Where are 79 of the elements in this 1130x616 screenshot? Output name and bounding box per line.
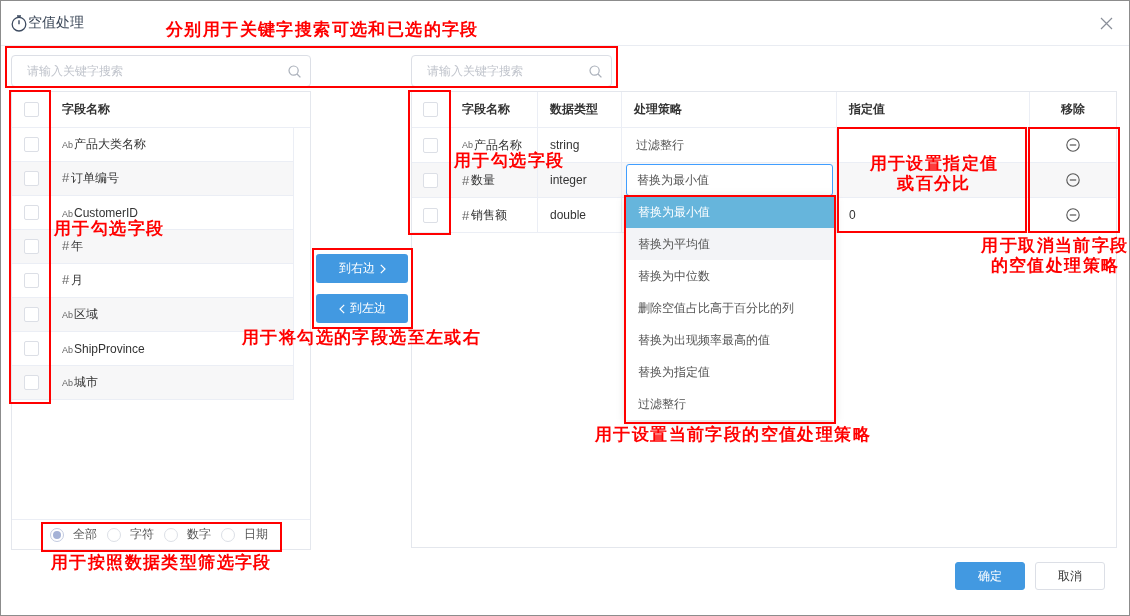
annotation-text: 用于取消当前字段的空值处理策略: [980, 236, 1129, 276]
field-name: 月: [71, 272, 84, 289]
field-name: 数量: [471, 171, 496, 189]
number-type-mark: #: [462, 207, 470, 223]
annotation-text: 用于按照数据类型筛选字段: [51, 553, 272, 573]
chevron-right-icon: [379, 263, 386, 274]
checkbox[interactable]: [423, 137, 438, 153]
strategy-value: 过滤整行: [636, 136, 684, 154]
type-filter-option[interactable]: 日期: [221, 526, 268, 543]
checkbox[interactable]: [23, 137, 39, 152]
annotation-text: 用于将勾选的字段选至左或右: [242, 328, 482, 348]
field-name: 销售额: [471, 206, 508, 224]
dialog-title: 空值处理: [28, 14, 84, 32]
dropdown-option[interactable]: 替换为平均值: [626, 228, 834, 260]
search-icon[interactable]: [288, 65, 301, 78]
column-header: 字段名称: [462, 101, 510, 118]
column-header: 移除: [1061, 101, 1085, 118]
data-type: string: [550, 138, 580, 152]
checkbox[interactable]: [23, 102, 39, 117]
checkbox[interactable]: [23, 205, 39, 220]
field-name: 产品大类名称: [74, 136, 146, 153]
data-type: integer: [550, 173, 587, 187]
checkbox[interactable]: [423, 207, 438, 223]
annotation-text: 用于设置当前字段的空值处理策略: [595, 425, 871, 445]
text-type-mark: Ab: [62, 140, 73, 150]
text-type-mark: Ab: [462, 140, 473, 150]
number-type-mark: #: [62, 238, 70, 253]
annotation-text: 分别用于关键字搜索可选和已选的字段: [166, 20, 479, 40]
remove-icon[interactable]: [1066, 173, 1080, 187]
annotation-text: 用于设置指定值或百分比: [868, 154, 1000, 194]
annotation-text: 用于勾选字段: [54, 219, 165, 239]
search-icon[interactable]: [589, 65, 602, 78]
field-name: 区域: [74, 306, 98, 323]
number-type-mark: #: [462, 172, 470, 188]
checkbox[interactable]: [23, 375, 39, 390]
number-type-mark: #: [62, 170, 70, 185]
text-type-mark: Ab: [62, 378, 73, 388]
type-filter-option[interactable]: 字符: [107, 526, 154, 543]
field-name: 城市: [74, 374, 98, 391]
checkbox[interactable]: [23, 239, 39, 254]
remove-icon[interactable]: [1066, 208, 1080, 222]
field-name: 产品名称: [474, 136, 522, 152]
annotation-text: 用于勾选字段: [454, 151, 565, 171]
text-type-mark: Ab: [62, 344, 73, 355]
remove-icon[interactable]: [1066, 138, 1080, 152]
column-header: 数据类型: [550, 101, 598, 118]
number-type-mark: #: [62, 272, 70, 287]
data-type: double: [550, 208, 587, 222]
column-header: 处理策略: [634, 101, 682, 118]
field-name: 年: [71, 238, 84, 255]
type-filter-option[interactable]: 全部: [50, 526, 97, 543]
checkbox[interactable]: [23, 273, 39, 288]
checkbox[interactable]: [23, 307, 39, 322]
cancel-button[interactable]: 取消: [1035, 562, 1105, 590]
specified-value: 0: [849, 208, 856, 222]
type-filter-option[interactable]: 数字: [164, 526, 211, 543]
field-name: CustomerID: [74, 205, 139, 220]
close-button[interactable]: [1100, 16, 1113, 30]
checkbox[interactable]: [23, 341, 39, 356]
dropdown-option[interactable]: 过滤整行: [626, 388, 834, 420]
dropdown-option[interactable]: 删除空值占比高于百分比的列: [626, 292, 834, 324]
search-input[interactable]: 请输入关键字搜索: [411, 55, 612, 87]
stopwatch-icon: [11, 14, 27, 32]
close-icon: [1100, 16, 1113, 30]
field-name: ShipProvince: [74, 341, 145, 356]
dropdown-option[interactable]: 替换为出现频率最高的值: [626, 324, 834, 356]
checkbox[interactable]: [23, 171, 39, 186]
field-name: 订单编号: [71, 170, 120, 187]
search-input[interactable]: 请输入关键字搜索: [11, 55, 311, 87]
strategy-select[interactable]: 替换为最小值: [626, 164, 833, 196]
chevron-left-icon: [338, 303, 345, 314]
dropdown-option[interactable]: 替换为指定值: [626, 356, 834, 388]
text-type-mark: Ab: [62, 208, 73, 219]
checkbox[interactable]: [423, 102, 438, 117]
dropdown-option[interactable]: 替换为中位数: [626, 260, 834, 292]
text-type-mark: Ab: [62, 310, 73, 320]
column-header: 指定值: [849, 101, 885, 118]
column-header: 字段名称: [61, 101, 110, 118]
checkbox[interactable]: [423, 172, 438, 188]
